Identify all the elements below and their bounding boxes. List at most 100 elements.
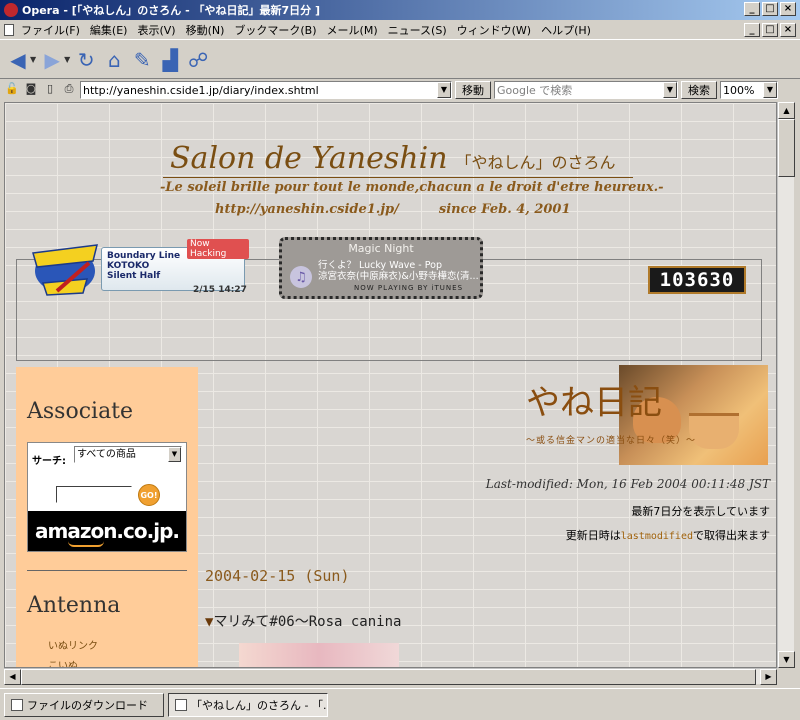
itunes-now-playing[interactable]: Magic Night ♫ 行くよ？ Lucky Wave - Pop 涼宮衣奈… bbox=[279, 237, 483, 299]
hotlist-icon[interactable]: ✎ bbox=[130, 48, 154, 72]
now-hacking-badge: Now Hacking bbox=[187, 239, 249, 259]
page-icon[interactable]: ▯ bbox=[42, 82, 58, 98]
last-modified: Last-modified: Mon, 16 Feb 2004 00:11:48… bbox=[485, 477, 770, 491]
document-window-controls: _ □ × bbox=[744, 23, 796, 37]
menu-help[interactable]: ヘルプ(H) bbox=[536, 22, 596, 38]
address-dropdown-icon[interactable]: ▼ bbox=[437, 82, 451, 98]
doc-restore-button[interactable]: □ bbox=[762, 23, 778, 37]
window-tab-bar: ファイルのダウンロード 「やねしん」のさろん - 「... bbox=[0, 688, 800, 720]
page-tab[interactable]: 「やねしん」のさろん - 「... bbox=[168, 692, 328, 717]
page-tab-label: 「やねしん」のさろん - 「... bbox=[191, 698, 328, 712]
antenna-link[interactable]: いぬリンク bbox=[48, 637, 98, 652]
print-icon[interactable]: ▟ bbox=[158, 48, 182, 72]
camera-icon[interactable]: ◙ bbox=[23, 82, 39, 98]
amazon-category-select[interactable]: すべての商品 ▼ bbox=[74, 446, 182, 463]
hyperhack-track: Boundary Line bbox=[107, 251, 181, 261]
document-icon[interactable] bbox=[4, 23, 14, 36]
site-motto: -Le soleil brille pour tout le monde,cha… bbox=[160, 180, 664, 195]
amazon-search-widget: サーチ: すべての商品 ▼ GO! amazon.co.jp. bbox=[27, 442, 187, 552]
forward-icon[interactable]: ▶ bbox=[40, 48, 64, 72]
hyperhack-tracks: Boundary Line KOTOKO Silent Half bbox=[107, 251, 180, 281]
amazon-keyword-input[interactable] bbox=[56, 486, 132, 503]
forward-history-chevron-icon[interactable]: ▼ bbox=[64, 55, 70, 64]
site-title: Salon de Yaneshin 「やねしん」のさろん bbox=[170, 141, 616, 176]
menu-news[interactable]: ニュース(S) bbox=[383, 22, 452, 38]
hyperhack-banner[interactable]: Now Hacking Boundary Line KOTOKO Silent … bbox=[27, 239, 249, 297]
search-button[interactable]: 検索 bbox=[681, 81, 717, 99]
scroll-right-icon[interactable]: ▶ bbox=[760, 669, 777, 685]
horizontal-scroll-thumb[interactable] bbox=[21, 669, 756, 685]
scroll-down-icon[interactable]: ▼ bbox=[778, 651, 795, 668]
hyperhack-logo-icon bbox=[32, 244, 98, 296]
site-url-line: http://yaneshin.cside1.jp/since Feb. 4, … bbox=[215, 202, 571, 217]
sidebar-divider bbox=[27, 570, 187, 571]
search-engine-dropdown-icon[interactable]: ▼ bbox=[663, 82, 677, 98]
wand-icon[interactable]: ☍ bbox=[186, 48, 210, 72]
diary-date-heading: 2004-02-15 (Sun) bbox=[205, 567, 350, 585]
hyperhack-time: 2/15 14:27 bbox=[193, 285, 247, 295]
visitor-counter: 103630 bbox=[648, 266, 746, 294]
opera-logo-icon bbox=[4, 3, 18, 17]
back-icon[interactable]: ◀ bbox=[6, 48, 30, 72]
downloads-tab-label: ファイルのダウンロード bbox=[27, 698, 148, 712]
site-title-en: Salon de Yaneshin bbox=[170, 141, 448, 176]
menu-bar: ファイル(F) 編集(E) 表示(V) 移動(N) ブックマーク(B) メール(… bbox=[0, 20, 800, 40]
vertical-scroll-thumb[interactable] bbox=[778, 119, 795, 177]
amazon-category-dropdown-icon[interactable]: ▼ bbox=[168, 447, 181, 462]
amazon-go-button[interactable]: GO! bbox=[138, 484, 160, 506]
address-input[interactable]: http://yaneshin.cside1.jp/diary/index.sh… bbox=[80, 81, 452, 99]
menu-bookmarks[interactable]: ブックマーク(B) bbox=[229, 22, 321, 38]
sidebar: Associate サーチ: すべての商品 ▼ GO! amazon.co.jp… bbox=[16, 367, 198, 667]
go-button[interactable]: 移動 bbox=[455, 81, 491, 99]
menu-mail[interactable]: メール(M) bbox=[322, 22, 383, 38]
menu-navigate[interactable]: 移動(N) bbox=[181, 22, 230, 38]
downloads-tab[interactable]: ファイルのダウンロード bbox=[4, 692, 164, 717]
menu-edit[interactable]: 編集(E) bbox=[85, 22, 133, 38]
zoom-select[interactable]: 100% ▼ bbox=[720, 81, 778, 99]
minimize-button[interactable]: _ bbox=[744, 2, 760, 16]
print-preview-icon[interactable]: ⎙ bbox=[61, 82, 77, 98]
amazon-smile-icon bbox=[68, 541, 104, 547]
diary-subtitle: 〜或る信金マンの適当な日々（笑）〜 bbox=[526, 436, 697, 446]
amazon-search-label: サーチ: bbox=[32, 456, 66, 467]
itunes-footer: NOW PLAYING BY iTUNES bbox=[354, 284, 464, 292]
security-lock-icon[interactable]: 🔓 bbox=[4, 82, 20, 98]
doc-close-button[interactable]: × bbox=[780, 23, 796, 37]
menu-view[interactable]: 表示(V) bbox=[132, 22, 180, 38]
menu-file[interactable]: ファイル(F) bbox=[16, 22, 85, 38]
scroll-left-icon[interactable]: ◀ bbox=[4, 669, 21, 685]
doc-minimize-button[interactable]: _ bbox=[744, 23, 760, 37]
antenna-link[interactable]: こいぬ bbox=[48, 657, 78, 667]
update-suffix: で取得出来ます bbox=[693, 529, 770, 542]
address-url: http://yaneshin.cside1.jp/diary/index.sh… bbox=[83, 83, 319, 97]
itunes-artist: 涼宮衣奈(中原麻衣)&小野寺樺恋(清... bbox=[318, 271, 478, 282]
showing-notice: 最新7日分を表示しています bbox=[631, 505, 770, 518]
entry-title-text: マリみて#06〜Rosa canina bbox=[213, 614, 402, 630]
window-controls: _ □ × bbox=[744, 2, 796, 16]
zoom-dropdown-icon[interactable]: ▼ bbox=[763, 82, 777, 98]
site-url-link[interactable]: http://yaneshin.cside1.jp/ bbox=[215, 202, 399, 217]
amazon-logo[interactable]: amazon.co.jp. bbox=[28, 511, 186, 551]
antenna-heading: Antenna bbox=[27, 593, 121, 618]
entry-title: ▼マリみて#06〜Rosa canina bbox=[205, 611, 401, 631]
title-divider bbox=[163, 177, 633, 178]
home-icon[interactable]: ⌂ bbox=[102, 48, 126, 72]
title-bar: Opera - [「やねしん」のさろん - 「やね日記」最新7日分 ] _ □ … bbox=[0, 0, 800, 20]
download-icon bbox=[11, 698, 23, 711]
update-notice: 更新日時はlastmodifiedで取得出来ます bbox=[566, 527, 770, 543]
teacup-icon bbox=[689, 413, 739, 449]
scroll-up-icon[interactable]: ▲ bbox=[778, 102, 795, 119]
reload-icon[interactable]: ↻ bbox=[74, 48, 98, 72]
amazon-category-value: すべての商品 bbox=[77, 449, 136, 460]
menu-window[interactable]: ウィンドウ(W) bbox=[452, 22, 536, 38]
lastmodified-link[interactable]: lastmodified bbox=[621, 531, 693, 542]
site-title-jp: 「やねしん」のさろん bbox=[455, 153, 616, 172]
vertical-scrollbar[interactable]: ▲ ▼ bbox=[777, 102, 795, 668]
maximize-button[interactable]: □ bbox=[762, 2, 778, 16]
page-viewport[interactable]: Salon de Yaneshin 「やねしん」のさろん -Le soleil b… bbox=[4, 102, 777, 668]
close-button[interactable]: × bbox=[780, 2, 796, 16]
horizontal-scrollbar[interactable]: ◀ ▶ bbox=[4, 668, 777, 685]
search-input[interactable]: Google で検索 ▼ bbox=[494, 81, 678, 99]
zoom-value: 100% bbox=[723, 83, 755, 97]
back-history-chevron-icon[interactable]: ▼ bbox=[30, 55, 36, 64]
